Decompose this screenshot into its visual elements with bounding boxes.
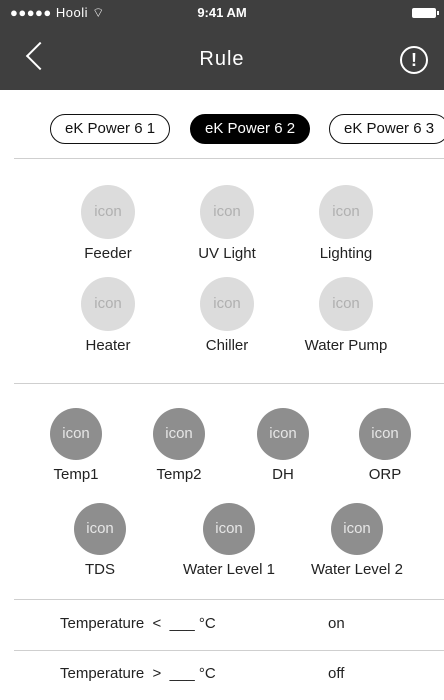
temp2-icon: icon — [153, 408, 205, 460]
status-bar: ●●●●● Hooli ⌔ 9:41 AM — [0, 0, 444, 26]
uv-light-icon: icon — [200, 185, 254, 239]
output-label: Water Pump — [304, 337, 388, 354]
sensor-label: Temp2 — [156, 466, 202, 483]
dh-icon: icon — [257, 408, 309, 460]
rule-state: on — [328, 615, 345, 632]
divider — [14, 383, 444, 384]
sensor-label: TDS — [85, 561, 115, 578]
water-pump-icon: icon — [319, 277, 373, 331]
sensor-label: Temp1 — [53, 466, 99, 483]
tab-ek-power-6-2[interactable]: eK Power 6 2 — [190, 114, 311, 144]
sensor-temp1[interactable]: icon Temp1 — [16, 408, 136, 483]
output-heater[interactable]: icon Heater — [48, 277, 168, 354]
rule-row-1[interactable]: Temperature < ___ °C on — [0, 601, 444, 649]
heater-icon: icon — [81, 277, 135, 331]
water-level-1-icon: icon — [203, 503, 255, 555]
sensor-tds[interactable]: icon TDS — [40, 503, 160, 578]
sensor-water-level-1[interactable]: icon Water Level 1 — [169, 503, 289, 578]
sensor-label: Water Level 1 — [183, 561, 275, 578]
divider — [14, 158, 444, 159]
rule-condition: Temperature > ___ °C — [60, 665, 216, 682]
rule-row-2[interactable]: Temperature > ___ °C off — [0, 651, 444, 699]
page-title: Rule — [199, 48, 245, 70]
orp-icon: icon — [359, 408, 411, 460]
rule-condition: Temperature < ___ °C — [60, 615, 216, 632]
tab-ek-power-6-3[interactable]: eK Power 6 3 — [329, 114, 444, 144]
divider — [14, 599, 444, 600]
output-label: Lighting — [319, 245, 373, 262]
chiller-icon: icon — [200, 277, 254, 331]
device-tabs: eK Power 6 1 eK Power 6 2 eK Power 6 3 — [0, 108, 444, 148]
tab-ek-power-6-1[interactable]: eK Power 6 1 — [50, 114, 171, 144]
feeder-icon: icon — [81, 185, 135, 239]
output-water-pump[interactable]: icon Water Pump — [286, 277, 406, 354]
sensor-label: Water Level 2 — [311, 561, 403, 578]
lighting-icon: icon — [319, 185, 373, 239]
temp1-icon: icon — [50, 408, 102, 460]
output-label: Chiller — [205, 337, 249, 354]
water-level-2-icon: icon — [331, 503, 383, 555]
output-uv-light[interactable]: icon UV Light — [167, 185, 287, 262]
status-time: 9:41 AM — [197, 5, 247, 20]
output-feeder[interactable]: icon Feeder — [48, 185, 168, 262]
output-label: Heater — [85, 337, 131, 354]
sensor-orp[interactable]: icon ORP — [325, 408, 444, 483]
output-chiller[interactable]: icon Chiller — [167, 277, 287, 354]
sensor-temp2[interactable]: icon Temp2 — [119, 408, 239, 483]
output-label: UV Light — [198, 245, 256, 262]
rule-state: off — [328, 665, 345, 682]
sensor-water-level-2[interactable]: icon Water Level 2 — [297, 503, 417, 578]
battery-icon — [412, 8, 439, 18]
output-label: Feeder — [84, 245, 132, 262]
header-bar: ●●●●● Hooli ⌔ 9:41 AM Rule ! — [0, 0, 444, 90]
info-icon[interactable]: ! — [400, 46, 428, 74]
tds-icon: icon — [74, 503, 126, 555]
output-lighting[interactable]: icon Lighting — [286, 185, 406, 262]
nav-bar: Rule ! — [0, 34, 444, 84]
sensor-label: ORP — [368, 466, 402, 483]
